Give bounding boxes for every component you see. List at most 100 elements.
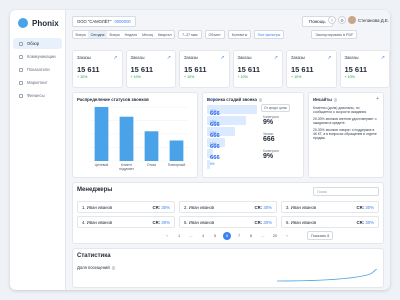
manager-item[interactable]: 6. Иван иванов CR: 30% <box>281 216 379 228</box>
top-bar: ООО "САМОЛЁТ" 0000000 Помощь ? ⚙ Степанов… <box>66 10 390 50</box>
managers-search-input[interactable]: Поиск <box>313 187 379 196</box>
user-menu[interactable]: Степанова Д.Е. ▾ <box>348 16 390 24</box>
kpi-value: 15 611 <box>344 65 368 74</box>
per-page-select[interactable]: Показать 8 <box>307 231 334 240</box>
kpi-title: Заказы <box>77 55 91 60</box>
x-tick-label: Отказ <box>147 163 157 167</box>
all-filters-link[interactable]: Все фильтры <box>254 30 285 39</box>
funnel-stage-pct: 10% <box>210 141 217 146</box>
app-name: Phonix <box>32 18 59 28</box>
period-option[interactable]: Неделя <box>122 31 140 38</box>
page-link[interactable]: 1 <box>175 234 183 238</box>
bar[interactable] <box>119 116 134 161</box>
funnel-stats: Конверсия 9% Звонки 666 Конверсия 9% <box>263 115 279 160</box>
trend-icon <box>19 80 23 85</box>
manager-item[interactable]: 5. Иван иванов CR: 30% <box>179 216 277 228</box>
manager-item[interactable]: 1. Иван иванов CR: 30% <box>77 201 175 213</box>
kpi-title: Заказы <box>291 55 305 60</box>
bar[interactable] <box>94 107 109 161</box>
kpi-row: Заказы ↗ 15 611 + 10% Заказы ↗ 15 611 + … <box>72 50 390 88</box>
sidebar-item-label: Коммуникации <box>27 54 56 59</box>
funnel-rows: 10% 666 41% 666 10% 666 10% 666 10% 666 5% <box>207 98 257 170</box>
help-circle-icon[interactable]: ? <box>328 16 336 24</box>
kpi-card[interactable]: Заказы ↗ 15 611 + 10% <box>179 50 230 88</box>
arrow-up-right-icon: ↗ <box>166 55 171 61</box>
period-option[interactable]: Сегодня <box>88 31 107 38</box>
page-link[interactable]: 7 <box>235 234 243 238</box>
kpi-value: 15 611 <box>77 65 100 74</box>
kpi-change: + 10% <box>291 75 302 79</box>
period-option[interactable]: Квартал <box>155 31 174 38</box>
kpi-card[interactable]: Заказы ↗ 15 611 + 10% <box>339 50 390 88</box>
kpi-title: Заказы <box>130 55 145 60</box>
sidebar-item-marketing[interactable]: Маркетинг <box>13 77 62 88</box>
period-option[interactable]: Месяц <box>140 31 156 38</box>
kpi-card[interactable]: Заказы ↗ 15 611 + 10% <box>125 50 176 88</box>
period-option[interactable]: Вчера <box>73 31 88 38</box>
filters-bar: Вчера Сегодня Вчера Неделя Месяц Квартал… <box>72 30 358 39</box>
kpi-title: Заказы <box>344 55 359 60</box>
user-name: Степанова Д.Е. <box>358 17 389 23</box>
period-option[interactable]: Вчера <box>107 31 122 38</box>
bar[interactable] <box>169 140 184 161</box>
kpi-card[interactable]: Заказы ↗ 15 611 + 10% <box>72 50 123 88</box>
sidebar-item-overview[interactable]: Обзор <box>13 38 62 49</box>
manager-item[interactable]: 2. Иван иванов CR: 30% <box>179 201 277 213</box>
funnel-filter-select[interactable]: От средн. цены <box>261 104 290 112</box>
funnel-stage[interactable]: 5% <box>207 159 257 170</box>
sidebar-item-communications[interactable]: Коммуникации <box>13 51 62 62</box>
sidebar-item-label: Маркетинг <box>27 80 48 85</box>
kpi-title: Заказы <box>237 55 252 60</box>
insights-card: Инсайты + Клиенты (доля) довольны, но со… <box>308 92 384 178</box>
page-link[interactable]: 5 <box>211 234 219 238</box>
info-icon <box>111 266 116 270</box>
kpi-card[interactable]: Заказы ↗ 15 611 + 10% <box>232 50 283 88</box>
page-link-active[interactable]: 6 <box>223 231 231 240</box>
insight-text: 20-30% звонков агентов удостоверяют о ож… <box>313 117 377 125</box>
funnel-card: Воронка стадий звонка 10% 666 41% 666 10% 666… <box>202 92 304 178</box>
manager-item[interactable]: 4. Иван иванов CR: 30% <box>77 216 175 228</box>
kpi-title: Заказы <box>184 55 198 60</box>
date-range-select[interactable]: 7–37 мая <box>178 30 202 39</box>
logo-icon <box>18 18 28 28</box>
org-name: ООО "САМОЛЁТ" <box>77 19 112 24</box>
next-page-icon[interactable]: › <box>283 234 291 238</box>
sidebar-item-label: Показатели <box>27 67 50 72</box>
contacts-select[interactable]: Контакты <box>227 30 252 39</box>
x-tick-label: подумает <box>119 167 134 171</box>
app-window: Phonix Обзор Коммуникации Показатели Мар… <box>10 10 390 290</box>
kpi-card[interactable]: Заказы ↗ 15 611 + 10% <box>286 50 337 88</box>
sidebar-item-metrics[interactable]: Показатели <box>13 64 62 75</box>
wallet-icon <box>19 93 23 98</box>
visits-sparkline <box>277 269 377 282</box>
funnel-stage[interactable]: 10% 666 <box>207 142 257 161</box>
bar[interactable] <box>144 131 159 161</box>
org-selector[interactable]: ООО "САМОЛЁТ" 0000000 <box>72 16 136 27</box>
page-link[interactable]: 20 <box>271 234 279 238</box>
funnel-title: Воронка стадий звонка <box>207 97 299 102</box>
arrow-up-right-icon: ↗ <box>273 55 278 61</box>
export-pdf-button[interactable]: Экспортировать в PDF <box>311 30 358 39</box>
kpi-change: + 10% <box>184 75 195 79</box>
kpi-change: + 10% <box>344 75 355 79</box>
status-chart-card: Распределение статусов звонков Целевой Кл… <box>72 92 198 178</box>
prev-page-icon[interactable]: ‹ <box>163 234 171 238</box>
arrow-up-right-icon: ↗ <box>220 55 225 61</box>
page-link[interactable]: 8 <box>247 234 255 238</box>
add-icon[interactable]: + <box>376 96 379 102</box>
sidebar-item-finance[interactable]: Финансы <box>13 90 62 101</box>
kpi-value: 15 611 <box>184 65 207 74</box>
kpi-value: 15 611 <box>130 65 154 74</box>
funnel-stage-pct: 41% <box>210 108 217 113</box>
arrow-up-right-icon: ↗ <box>113 55 118 61</box>
manager-item[interactable]: 3. Иван иванов CR: 30% <box>281 201 379 213</box>
arrow-up-right-icon: ↗ <box>327 55 332 61</box>
object-select[interactable]: Объект <box>204 30 225 39</box>
status-chart-title: Распределение статусов звонков <box>77 97 149 102</box>
kpi-value: 15 611 <box>291 65 314 74</box>
page-link[interactable]: 4 <box>199 234 207 238</box>
pagination: ‹ 1 ... 4 5 6 7 8 ... 20 › Показать 8 <box>163 231 383 241</box>
settings-icon[interactable]: ⚙ <box>338 16 346 24</box>
period-switch: Вчера Сегодня Вчера Неделя Месяц Квартал <box>72 30 176 39</box>
org-inn: 0000000 <box>114 19 131 24</box>
